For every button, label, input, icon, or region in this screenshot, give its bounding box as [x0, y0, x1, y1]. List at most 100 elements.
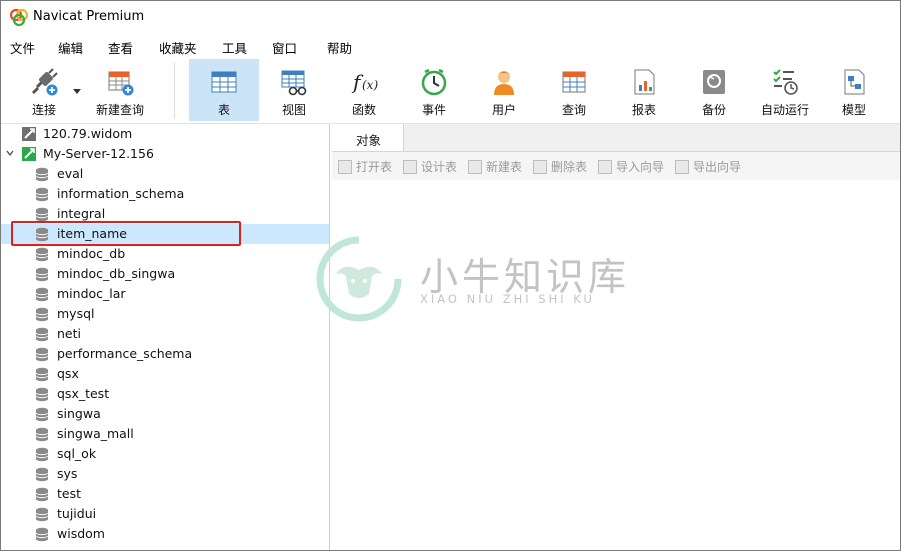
- connection-label: My-Server-12.156: [43, 146, 154, 161]
- open-table-button[interactable]: 打开表: [338, 158, 392, 174]
- user-button[interactable]: 用户: [473, 59, 535, 121]
- database-item-qsx[interactable]: qsx: [1, 364, 329, 384]
- main-toolbar: 连接 新建查询 表 视图 f (x) 函数 事件 用户 查询 报表 备份 自动运…: [1, 59, 900, 123]
- database-item-sys[interactable]: sys: [1, 464, 329, 484]
- database-label: integral: [57, 206, 106, 221]
- query-button[interactable]: 查询: [543, 59, 605, 121]
- connect-dropdown-icon[interactable]: [73, 89, 81, 94]
- report-label: 报表: [631, 103, 656, 117]
- new-query-icon: [108, 71, 134, 96]
- database-item-neti[interactable]: neti: [1, 324, 329, 344]
- connect-label: 连接: [31, 103, 56, 117]
- database-icon: [35, 187, 49, 202]
- database-icon: [35, 407, 49, 422]
- tab-objects[interactable]: 对象: [332, 124, 404, 151]
- import-wizard-button[interactable]: 导入向导: [598, 158, 664, 174]
- report-button[interactable]: 报表: [613, 59, 675, 121]
- connect-button[interactable]: 连接: [14, 59, 74, 121]
- database-icon: [35, 387, 49, 402]
- model-icon: [844, 69, 865, 95]
- menu-window[interactable]: 窗口: [272, 38, 297, 57]
- database-label: eval: [57, 166, 84, 181]
- export-wizard-button[interactable]: 导出向导: [675, 158, 741, 174]
- database-item-test[interactable]: test: [1, 484, 329, 504]
- database-item-mindoc-db-singwa[interactable]: mindoc_db_singwa: [1, 264, 329, 284]
- watermark-subtitle: XIAO NIU ZHI SHI KU: [420, 292, 595, 306]
- table-label: 表: [217, 103, 230, 117]
- event-clock-icon: [421, 68, 447, 96]
- database-label: mindoc_db: [57, 246, 126, 261]
- database-icon: [35, 427, 49, 442]
- navicat-window: Navicat Premium 文件 编辑 查看 收藏夹 工具 窗口 帮助 连接: [0, 0, 901, 551]
- new-table-button[interactable]: 新建表: [468, 158, 522, 174]
- menu-tools[interactable]: 工具: [222, 38, 247, 57]
- database-item-mindoc-db[interactable]: mindoc_db: [1, 244, 329, 264]
- database-item-sql-ok[interactable]: sql_ok: [1, 444, 329, 464]
- database-item-wisdom[interactable]: wisdom: [1, 524, 329, 544]
- database-item-information-schema[interactable]: information_schema: [1, 184, 329, 204]
- new-query-button[interactable]: 新建查询: [89, 59, 151, 121]
- database-item-mysql[interactable]: mysql: [1, 304, 329, 324]
- connection-item-my-server[interactable]: My-Server-12.156: [1, 144, 329, 164]
- menu-help[interactable]: 帮助: [327, 38, 352, 57]
- table-button[interactable]: 表: [189, 59, 259, 121]
- database-label: sys: [57, 466, 78, 481]
- database-item-tujidui[interactable]: tujidui: [1, 504, 329, 524]
- database-item-qsx-test[interactable]: qsx_test: [1, 384, 329, 404]
- menu-edit[interactable]: 编辑: [58, 38, 83, 57]
- menu-file[interactable]: 文件: [10, 38, 35, 57]
- connection-item-120-79-widom[interactable]: 120.79.widom: [1, 124, 329, 144]
- new-query-label: 新建查询: [95, 103, 144, 117]
- database-item-integral[interactable]: integral: [1, 204, 329, 224]
- connection-label: 120.79.widom: [43, 126, 133, 141]
- database-label: test: [57, 486, 82, 501]
- design-table-button[interactable]: 设计表: [403, 158, 457, 174]
- database-icon: [35, 447, 49, 462]
- title-bar: Navicat Premium: [1, 1, 900, 33]
- database-icon: [35, 487, 49, 502]
- database-item-eval[interactable]: eval: [1, 164, 329, 184]
- query-icon: [562, 71, 586, 93]
- database-label: performance_schema: [57, 346, 193, 361]
- database-icon: [35, 347, 49, 362]
- database-icon: [35, 287, 49, 302]
- database-label: mysql: [57, 306, 95, 321]
- database-item-performance-schema[interactable]: performance_schema: [1, 344, 329, 364]
- function-button[interactable]: f (x) 函数: [333, 59, 395, 121]
- user-label: 用户: [491, 103, 516, 117]
- database-label: sql_ok: [57, 446, 97, 461]
- window-title: Navicat Premium: [33, 9, 145, 24]
- database-label: mindoc_db_singwa: [57, 266, 176, 281]
- backup-icon: [703, 70, 725, 94]
- view-icon: [281, 70, 307, 96]
- database-label: neti: [57, 326, 81, 341]
- model-button[interactable]: 模型: [823, 59, 885, 121]
- user-icon: [494, 71, 514, 95]
- table-icon: [211, 71, 237, 93]
- menu-view[interactable]: 查看: [108, 38, 133, 57]
- database-item-singwa[interactable]: singwa: [1, 404, 329, 424]
- database-item-singwa-mall[interactable]: singwa_mall: [1, 424, 329, 444]
- connection-tree: 120.79.widom My-Server-12.156 eval infor…: [1, 123, 330, 550]
- design-table-icon: [403, 160, 417, 174]
- backup-button[interactable]: 备份: [683, 59, 745, 121]
- event-label: 事件: [421, 103, 446, 117]
- object-toolbar: 打开表 设计表 新建表 删除表 导入向导 导出向导: [332, 152, 900, 180]
- database-item-item-name[interactable]: item_name: [1, 224, 329, 244]
- database-item-mindoc-lar[interactable]: mindoc_lar: [1, 284, 329, 304]
- database-label: mindoc_lar: [57, 286, 126, 301]
- function-label: 函数: [351, 103, 376, 117]
- tab-strip: 对象: [332, 124, 900, 152]
- database-icon: [35, 227, 49, 242]
- database-icon: [35, 507, 49, 522]
- view-button[interactable]: 视图: [263, 59, 325, 121]
- delete-table-button[interactable]: 删除表: [533, 158, 587, 174]
- database-icon: [35, 267, 49, 282]
- database-label: qsx_test: [57, 386, 110, 401]
- chevron-down-icon[interactable]: [6, 149, 14, 157]
- event-button[interactable]: 事件: [403, 59, 465, 121]
- watermark-bull-logo-icon: [316, 236, 402, 322]
- automation-label: 自动运行: [760, 103, 809, 117]
- automation-button[interactable]: 自动运行: [753, 59, 817, 121]
- menu-favorites[interactable]: 收藏夹: [159, 38, 197, 57]
